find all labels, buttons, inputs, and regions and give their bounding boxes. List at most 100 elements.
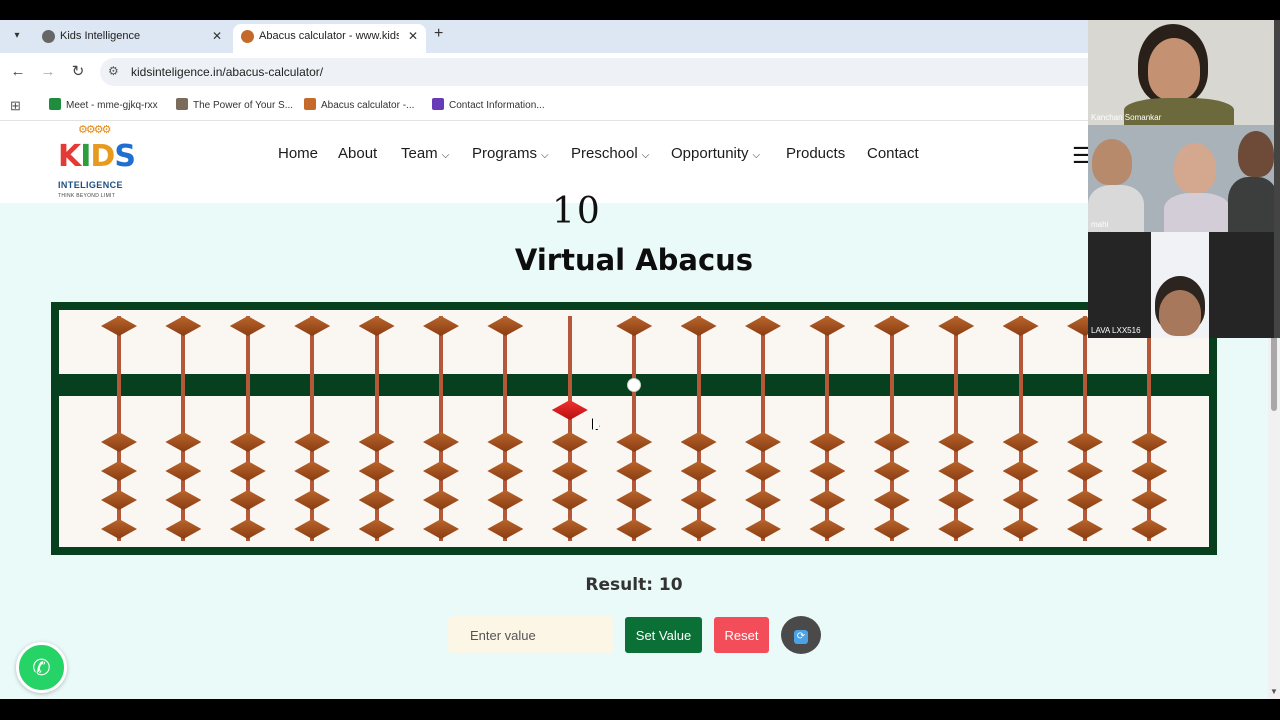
new-tab-plus-icon[interactable]: +	[434, 25, 443, 43]
abacus-lower-bead[interactable]	[101, 432, 137, 452]
nav-programs[interactable]: Programs ⌵	[472, 145, 549, 162]
video-tile-3[interactable]: LAVA LXX516	[1088, 232, 1274, 338]
nav-contact[interactable]: Contact	[867, 145, 919, 162]
kids-intelligence-logo[interactable]: ⚙⚙⚙⚙ KIDS INTELIGENCE THINK BEYOND LIMIT	[56, 123, 138, 201]
abacus[interactable]	[59, 310, 1209, 547]
abacus-lower-bead[interactable]	[487, 519, 524, 539]
abacus-lower-bead[interactable]	[938, 432, 975, 452]
abacus-lower-bead[interactable]	[229, 432, 266, 452]
abacus-lower-bead[interactable]	[294, 490, 331, 510]
close-icon[interactable]: ✕	[408, 24, 418, 49]
abacus-upper-bead[interactable]	[551, 400, 588, 420]
abacus-lower-bead[interactable]	[745, 432, 781, 452]
abacus-lower-bead[interactable]	[680, 490, 717, 510]
abacus-lower-bead[interactable]	[101, 490, 137, 510]
abacus-upper-bead[interactable]	[809, 316, 846, 336]
site-settings-icon[interactable]: ⚙	[108, 64, 119, 78]
abacus-lower-bead[interactable]	[423, 519, 459, 539]
nav-opportunity[interactable]: Opportunity ⌵	[671, 145, 760, 162]
abacus-lower-bead[interactable]	[294, 432, 331, 452]
abacus-lower-bead[interactable]	[1131, 432, 1168, 452]
tab-abacus-calculator[interactable]: Abacus calculator - www.kidsint ✕	[233, 24, 426, 53]
abacus-lower-bead[interactable]	[873, 519, 910, 539]
forward-arrow-icon[interactable]: →	[38, 62, 58, 82]
abacus-lower-bead[interactable]	[1131, 490, 1168, 510]
video-tile-1[interactable]: Kanchan Somankar	[1088, 20, 1274, 125]
abacus-lower-bead[interactable]	[358, 432, 395, 452]
abacus-upper-bead[interactable]	[745, 316, 781, 336]
abacus-lower-bead[interactable]	[938, 519, 975, 539]
reset-button[interactable]: Reset	[714, 617, 769, 653]
nav-home[interactable]: Home	[278, 145, 318, 162]
nav-team[interactable]: Team ⌵	[401, 145, 449, 162]
abacus-lower-bead[interactable]	[809, 519, 846, 539]
abacus-lower-bead[interactable]	[101, 519, 137, 539]
abacus-upper-bead[interactable]	[358, 316, 395, 336]
abacus-lower-bead[interactable]	[165, 519, 202, 539]
bookmark-abacus[interactable]: Abacus calculator -...	[304, 98, 414, 111]
abacus-lower-bead[interactable]	[616, 461, 653, 481]
abacus-upper-bead[interactable]	[423, 316, 459, 336]
abacus-upper-bead[interactable]	[938, 316, 975, 336]
nav-preschool[interactable]: Preschool ⌵	[571, 145, 649, 162]
whatsapp-icon[interactable]: ✆	[16, 642, 67, 693]
abacus-lower-bead[interactable]	[423, 461, 459, 481]
abacus-lower-bead[interactable]	[101, 461, 137, 481]
abacus-lower-bead[interactable]	[1131, 519, 1168, 539]
close-icon[interactable]: ✕	[212, 24, 222, 49]
abacus-lower-bead[interactable]	[745, 461, 781, 481]
abacus-lower-bead[interactable]	[745, 490, 781, 510]
set-value-button[interactable]: Set Value	[625, 617, 702, 653]
refresh-button[interactable]: ⟳	[781, 616, 821, 654]
abacus-lower-bead[interactable]	[938, 461, 975, 481]
address-bar[interactable]: ⚙ kidsinteligence.in/abacus-calculator/	[100, 58, 1100, 86]
abacus-lower-bead[interactable]	[358, 519, 395, 539]
abacus-upper-bead[interactable]	[229, 316, 266, 336]
abacus-upper-bead[interactable]	[165, 316, 202, 336]
abacus-lower-bead[interactable]	[358, 461, 395, 481]
abacus-upper-bead[interactable]	[101, 316, 137, 336]
abacus-lower-bead[interactable]	[165, 490, 202, 510]
abacus-lower-bead[interactable]	[1002, 432, 1039, 452]
abacus-lower-bead[interactable]	[616, 519, 653, 539]
abacus-lower-bead[interactable]	[551, 519, 588, 539]
abacus-lower-bead[interactable]	[616, 432, 653, 452]
abacus-lower-bead[interactable]	[680, 519, 717, 539]
abacus-lower-bead[interactable]	[1002, 490, 1039, 510]
abacus-lower-bead[interactable]	[487, 432, 524, 452]
abacus-lower-bead[interactable]	[873, 461, 910, 481]
abacus-lower-bead[interactable]	[809, 490, 846, 510]
video-tile-2[interactable]: mahi	[1088, 125, 1274, 232]
abacus-lower-bead[interactable]	[809, 461, 846, 481]
abacus-lower-bead[interactable]	[487, 490, 524, 510]
bookmark-meet[interactable]: Meet - mme-gjkq-rxx	[49, 98, 158, 111]
bookmark-contact[interactable]: Contact Information...	[432, 98, 545, 111]
abacus-lower-bead[interactable]	[1131, 461, 1168, 481]
abacus-lower-bead[interactable]	[1067, 490, 1103, 510]
abacus-upper-bead[interactable]	[873, 316, 910, 336]
abacus-upper-bead[interactable]	[616, 316, 653, 336]
abacus-lower-bead[interactable]	[1002, 461, 1039, 481]
apps-grid-icon[interactable]: ⊞	[10, 98, 21, 114]
abacus-lower-bead[interactable]	[165, 432, 202, 452]
nav-products[interactable]: Products	[786, 145, 845, 162]
abacus-lower-bead[interactable]	[229, 461, 266, 481]
abacus-lower-bead[interactable]	[294, 519, 331, 539]
abacus-lower-bead[interactable]	[551, 432, 588, 452]
abacus-lower-bead[interactable]	[680, 432, 717, 452]
abacus-lower-bead[interactable]	[1067, 461, 1103, 481]
abacus-lower-bead[interactable]	[1067, 432, 1103, 452]
reload-icon[interactable]: ↻	[68, 62, 88, 82]
tab-search-icon[interactable]: ▾	[8, 27, 26, 45]
abacus-lower-bead[interactable]	[680, 461, 717, 481]
abacus-upper-bead[interactable]	[680, 316, 717, 336]
abacus-lower-bead[interactable]	[423, 432, 459, 452]
abacus-lower-bead[interactable]	[487, 461, 524, 481]
scroll-down-icon[interactable]: ▼	[1270, 687, 1278, 696]
abacus-upper-bead[interactable]	[294, 316, 331, 336]
abacus-upper-bead[interactable]	[1002, 316, 1039, 336]
nav-about[interactable]: About	[338, 145, 377, 162]
abacus-lower-bead[interactable]	[358, 490, 395, 510]
value-input[interactable]	[448, 616, 614, 654]
abacus-lower-bead[interactable]	[1067, 519, 1103, 539]
